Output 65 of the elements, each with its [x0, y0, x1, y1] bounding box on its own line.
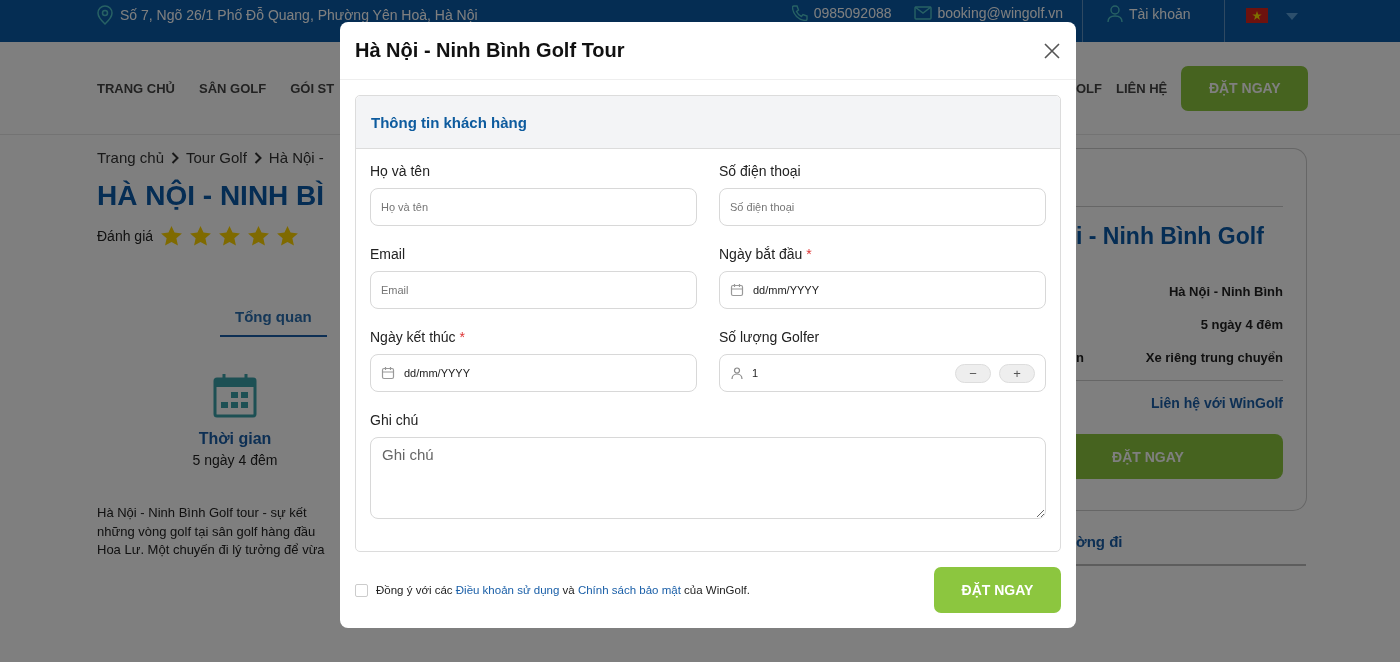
page-title: HÀ NỘI - NINH BÌ: [97, 180, 326, 212]
tab[interactable]: Tổng quan: [220, 308, 327, 337]
breadcrumb-link[interactable]: Trang chủ: [97, 149, 164, 166]
field-label: Số điện thoại: [719, 163, 802, 179]
account-link[interactable]: Tài khoản: [1129, 6, 1191, 22]
location-pin-icon: [96, 5, 114, 25]
nav-link[interactable]: LIÊN HỆ: [1116, 80, 1168, 96]
date-field[interactable]: dd/mm/YYYY: [719, 271, 1046, 309]
field-label: Ghi chú: [370, 412, 420, 428]
text-field[interactable]: Họ và tên: [370, 188, 697, 226]
row-value: Hà Nội - Ninh Bình: [1168, 284, 1283, 300]
row-value: 5 ngày 4 đêm: [1200, 317, 1283, 333]
date-field[interactable]: dd/mm/YYYY: [370, 354, 697, 392]
calendar-icon: [730, 283, 744, 297]
field-label: Số lượng Golfer: [719, 329, 821, 345]
row-label: n: [1076, 350, 1084, 366]
nav-link[interactable]: GÓI ST: [290, 80, 335, 96]
card-title: i - Ninh Bình Golf: [1076, 223, 1265, 250]
star-icon: [277, 226, 299, 246]
chevron-right-icon: [253, 151, 262, 164]
rating-label: Đánh giá: [97, 228, 154, 244]
email-link[interactable]: booking@wingolf.vn: [937, 5, 1064, 21]
policy-link[interactable]: Điều khoản sử dụng: [455, 584, 560, 596]
nav-link[interactable]: SÂN GOLF: [199, 80, 267, 96]
breadcrumb-link[interactable]: Hà Nội -: [268, 149, 324, 166]
quantity-value: 1: [752, 367, 760, 379]
mail-icon: [913, 6, 932, 20]
quantity-field[interactable]: 1 − +: [719, 354, 1046, 392]
contact-link[interactable]: Liên hệ với WinGolf: [1151, 395, 1283, 411]
consent-checkbox[interactable]: [355, 583, 368, 597]
calendar-icon: [213, 373, 257, 418]
increment-button[interactable]: +: [999, 363, 1035, 383]
description-text: Hà Nội - Ninh Bình Golf tour - sự kết những vòng golf tại sân golf hàng đầu Hoa Lư. Một chuyến đi lý tưởng để vừa: [97, 504, 326, 559]
star-icon: [190, 226, 212, 246]
star-icon: [248, 226, 270, 246]
breadcrumb-link[interactable]: Tour Golf: [186, 149, 247, 166]
row-value: Xe riêng trung chuyển: [1145, 350, 1283, 366]
field-label: Ngày bắt đầu *: [719, 246, 813, 262]
overview-title: Thời gian: [198, 430, 272, 448]
vietnam-flag-icon[interactable]: [1245, 8, 1268, 23]
chevron-right-icon: [171, 151, 179, 164]
address-text: Số 7, Ngõ 26/1 Phố Đỗ Quang, Phường Yên Hoà, Hà Nội: [120, 7, 478, 23]
caret-icon[interactable]: [1285, 13, 1298, 20]
submit-button[interactable]: ĐẶT NGAY: [934, 567, 1061, 613]
phone-link[interactable]: 0985092088: [813, 5, 892, 21]
consent-text: Đồng ý với các Điều khoản sử dụng và Chính sách bảo mật của WinGolf.: [376, 584, 750, 596]
phone-icon: [791, 5, 808, 21]
policy-link[interactable]: Chính sách bảo mật: [577, 584, 681, 596]
text-field[interactable]: Email: [370, 271, 697, 309]
star-icon: [161, 226, 183, 246]
field-label: Họ và tên: [370, 163, 431, 179]
decrement-button[interactable]: −: [955, 363, 991, 383]
overview-value: 5 ngày 4 đêm: [192, 452, 278, 468]
notes-field[interactable]: Ghi chú: [370, 437, 1046, 519]
text-field[interactable]: Số điện thoại: [719, 188, 1046, 226]
section-title: Thông tin khách hàng: [371, 113, 527, 131]
calendar-icon: [381, 366, 395, 380]
user-icon: [1107, 5, 1124, 23]
nav-link[interactable]: TRANG CHỦ: [97, 80, 175, 96]
person-icon: [730, 366, 744, 380]
field-label: Email: [370, 246, 406, 262]
nav-link[interactable]: OLF: [1076, 80, 1102, 96]
field-label: Ngày kết thúc *: [370, 329, 466, 345]
dialog-title: Hà Nội - Ninh Bình Golf Tour: [355, 39, 625, 62]
star-icon: [219, 226, 241, 246]
